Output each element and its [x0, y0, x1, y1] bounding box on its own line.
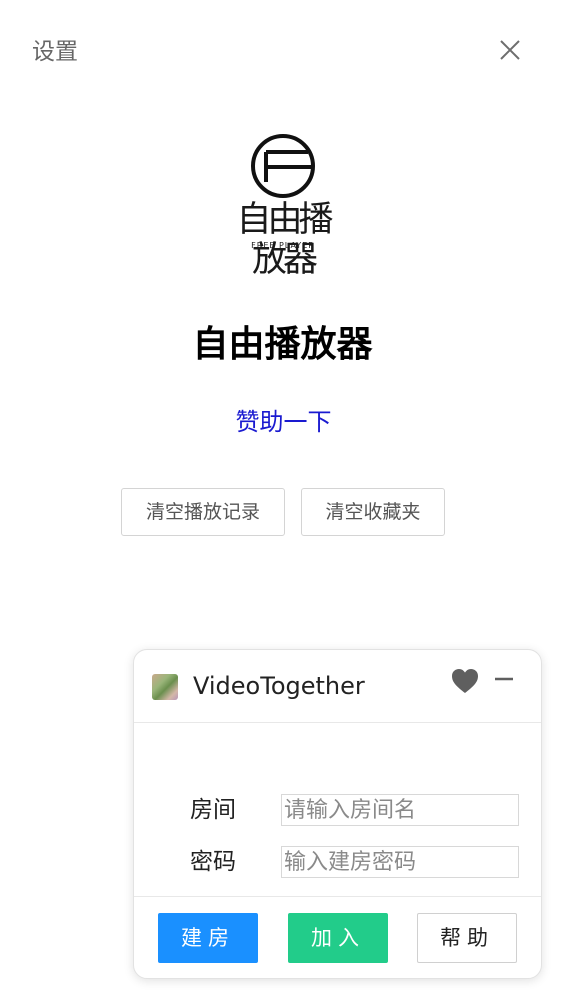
donate-link[interactable]: 赞助一下 [0, 404, 565, 440]
room-password-input[interactable] [281, 846, 519, 878]
video-together-logo [152, 674, 178, 700]
logo-emblem-icon [251, 134, 315, 198]
heart-icon [452, 669, 478, 693]
logo-subtitle: FREE PLAYER [251, 241, 315, 250]
settings-page: 设置 自由播放器 FREE PLAYER 自由播放器 赞助一下 清空播放记录 清… [0, 0, 565, 1004]
video-together-header: VideoTogether [134, 650, 541, 723]
join-room-button[interactable]: 加入 [288, 913, 388, 963]
minimize-icon [495, 677, 513, 681]
video-together-title: VideoTogether [193, 672, 365, 700]
app-logo: 自由播放器 FREE PLAYER [222, 130, 344, 280]
video-together-panel: VideoTogether 房间 密码 建房 加入 帮助 [133, 649, 542, 979]
app-title: 自由播放器 [192, 324, 373, 365]
room-label: 房间 [190, 797, 236, 823]
password-label: 密码 [190, 849, 236, 875]
create-room-button[interactable]: 建房 [158, 913, 258, 963]
divider [134, 896, 541, 897]
close-icon [500, 40, 520, 60]
favorite-button[interactable] [450, 667, 480, 695]
room-name-input[interactable] [281, 794, 519, 826]
close-button[interactable] [494, 34, 526, 66]
clear-history-button[interactable]: 清空播放记录 [121, 488, 285, 536]
clear-favorites-button[interactable]: 清空收藏夹 [301, 488, 445, 536]
page-title: 设置 [32, 39, 78, 65]
minimize-button[interactable] [492, 666, 516, 690]
help-button[interactable]: 帮助 [417, 913, 517, 963]
